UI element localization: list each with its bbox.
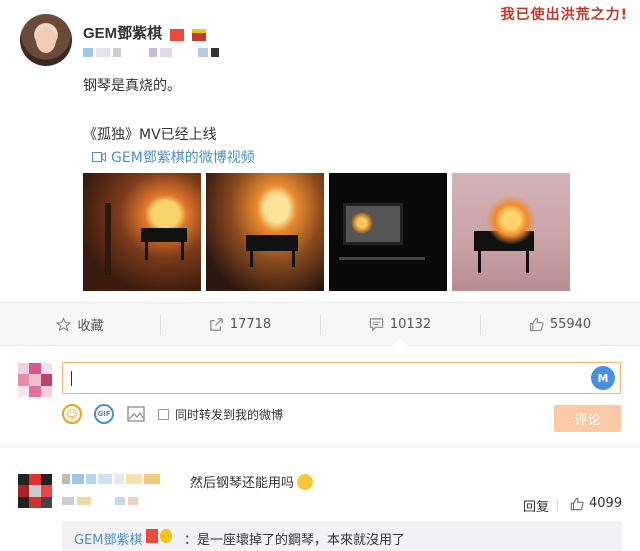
video-camera-icon	[92, 152, 106, 162]
post-header: GEM鄧紫棋	[83, 22, 207, 43]
author-avatar[interactable]	[20, 14, 72, 66]
flag-badge-icon	[146, 529, 158, 543]
forward-checkbox[interactable]	[158, 408, 169, 420]
reply-separator	[557, 498, 558, 512]
composer-tools: ☺ GIF 同时转发到我的微博	[62, 404, 283, 424]
video-link-label: GEM鄧紫棋的微博视频	[111, 150, 255, 166]
flag-badge-icon	[170, 28, 185, 41]
member-badge-icon	[160, 529, 172, 543]
thumbnail-camera-monitor[interactable]	[329, 173, 447, 291]
sub-reply-badges	[146, 529, 172, 543]
comment-icon	[369, 317, 384, 332]
action-bar: 收藏 17718 10132 55940	[0, 302, 640, 346]
comment-count: 10132	[389, 316, 432, 332]
like-button[interactable]: 55940	[480, 303, 640, 345]
comment-time-blurred	[62, 497, 138, 505]
image-icon[interactable]	[126, 404, 146, 424]
favorite-label: 收藏	[77, 318, 104, 334]
like-count: 55940	[549, 316, 592, 332]
thumbnail-burning-piano-1[interactable]	[83, 173, 201, 291]
author-name[interactable]: GEM鄧紫棋	[83, 25, 162, 42]
star-icon	[56, 316, 72, 331]
comment-button[interactable]: 10132	[320, 303, 480, 346]
commenter-name-blurred[interactable]	[62, 474, 160, 484]
mv-announcement: 《孤独》MV已经上线	[83, 127, 217, 143]
commenter-avatar[interactable]	[18, 474, 52, 508]
comment-text: 然后钢琴还能用吗	[190, 476, 295, 491]
comment-text-row: 然后钢琴还能用吗	[190, 472, 314, 491]
text-caret	[71, 371, 72, 386]
divider	[0, 446, 640, 447]
gif-icon[interactable]: GIF	[94, 404, 114, 424]
repost-icon	[210, 317, 223, 331]
emoji-icon[interactable]: ☺	[62, 404, 82, 424]
repost-button[interactable]: 17718	[160, 303, 320, 345]
video-link[interactable]: GEM鄧紫棋的微博视频	[92, 147, 255, 167]
thumbnail-piano-fire[interactable]	[452, 173, 570, 291]
image-gallery	[83, 173, 570, 291]
comment-like-count: 4099	[589, 496, 623, 511]
sub-reply-author[interactable]: GEM鄧紫棋	[74, 529, 143, 548]
thumbs-up-icon	[570, 497, 584, 510]
sub-reply: GEM鄧紫棋 ：是一座壞掉了的鋼琴，本來就沒用了	[62, 521, 622, 551]
sub-reply-text: ：是一座壞掉了的鋼琴，本來就沒用了	[184, 533, 406, 548]
post-meta-blurred	[83, 48, 219, 57]
watermark: 我已使出洪荒之力!	[500, 7, 628, 23]
reply-link[interactable]: 回复	[523, 496, 549, 515]
forward-label: 同时转发到我的微博	[175, 407, 284, 422]
comment-composer: M ☺ GIF 同时转发到我的微博 评论	[0, 346, 640, 446]
comment-input[interactable]: M	[62, 362, 621, 394]
my-avatar[interactable]	[18, 363, 52, 397]
mascot-icon[interactable]: M	[591, 366, 615, 390]
thumbnail-burning-piano-2[interactable]	[206, 173, 324, 291]
forward-option[interactable]: 同时转发到我的微博	[158, 406, 283, 423]
thumbs-up-icon	[529, 317, 544, 331]
post-text: 钢琴是真烧的。	[83, 78, 181, 94]
laugh-emoji-icon	[297, 473, 314, 490]
comment-like-button[interactable]: 4099	[570, 496, 622, 511]
member-badge-icon	[192, 28, 207, 41]
repost-count: 17718	[229, 316, 272, 332]
favorite-button[interactable]: 收藏	[0, 303, 160, 345]
submit-comment-button[interactable]: 评论	[554, 405, 621, 432]
